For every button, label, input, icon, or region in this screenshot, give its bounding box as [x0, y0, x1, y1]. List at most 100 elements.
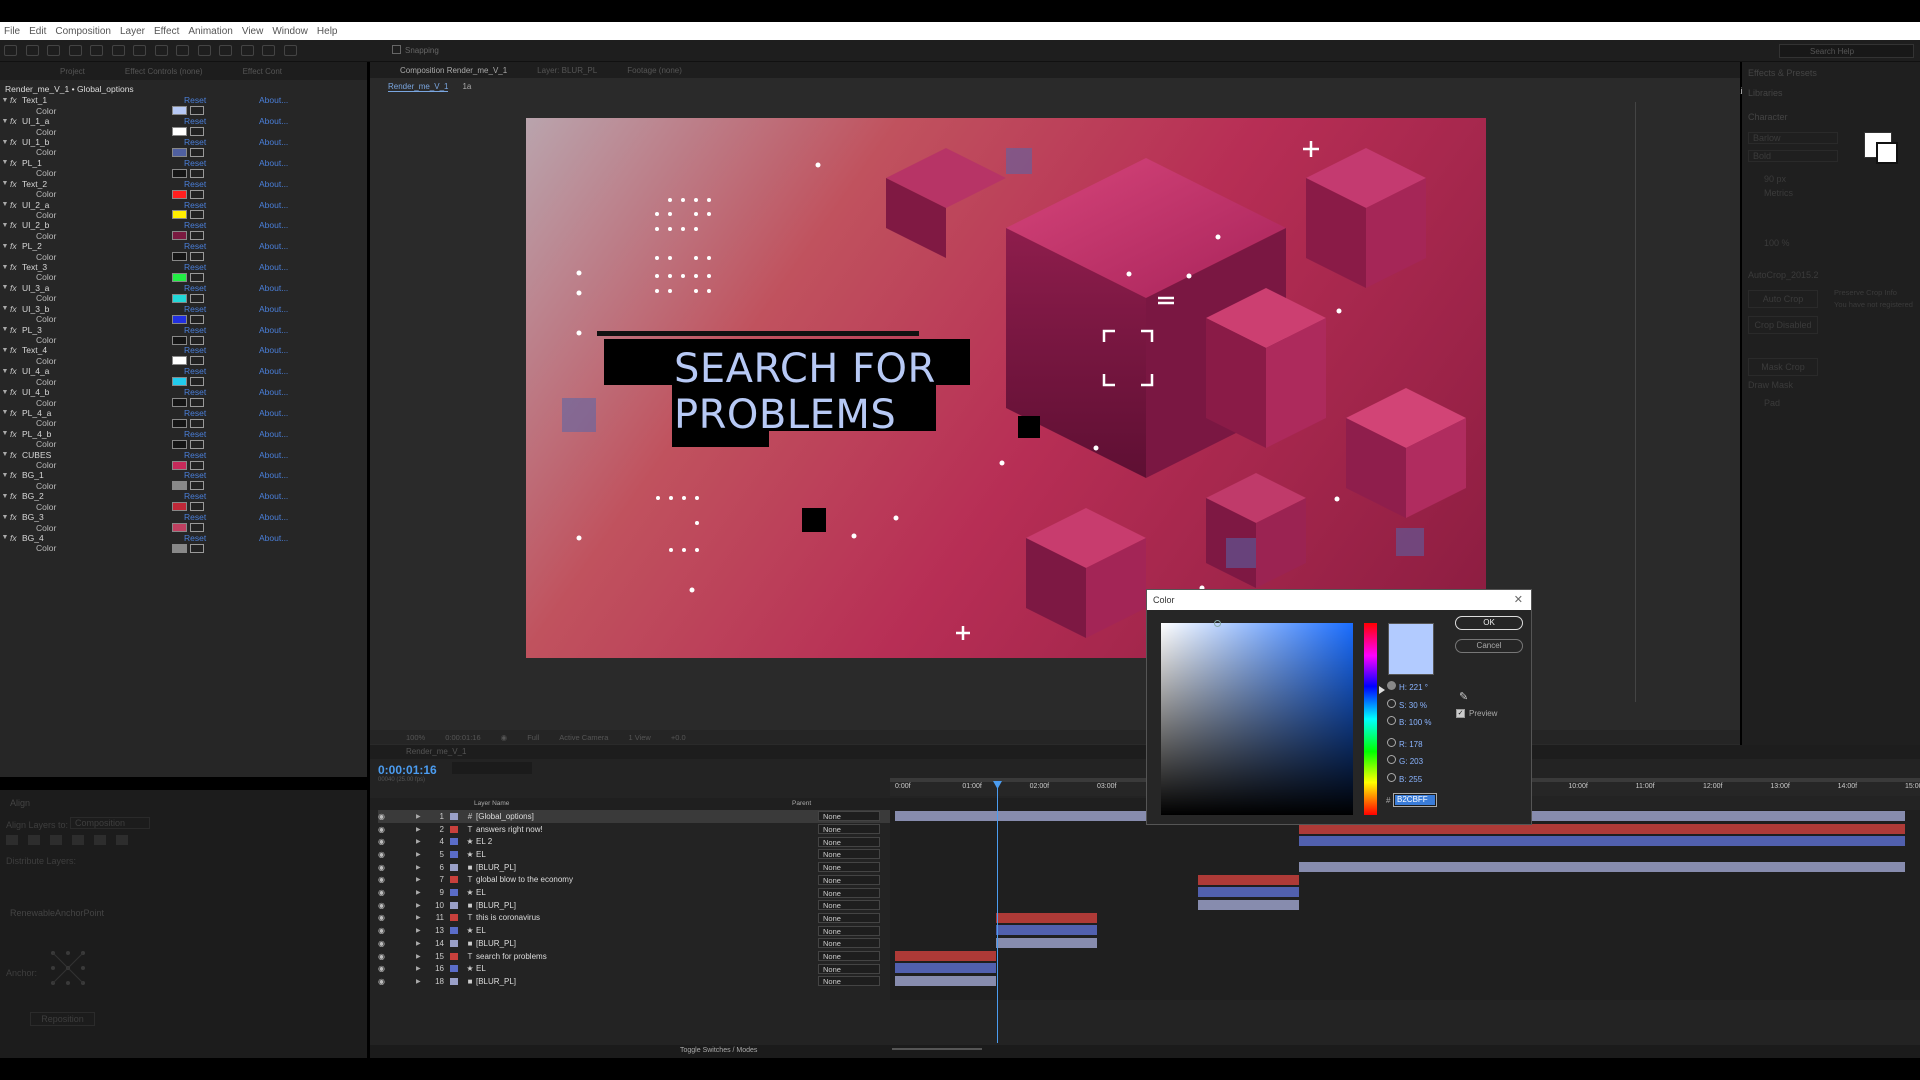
- viewer-timecode[interactable]: 0:00:01:16: [445, 733, 480, 742]
- preview-checkbox-box[interactable]: ✓: [1456, 709, 1465, 718]
- camera-dropdown[interactable]: Active Camera: [559, 733, 608, 742]
- label-color-swatch[interactable]: [450, 901, 458, 909]
- draw-mask-checkbox[interactable]: Draw Mask: [1748, 380, 1793, 390]
- layer-name[interactable]: EL 2: [476, 837, 646, 846]
- layer-name[interactable]: EL: [476, 888, 646, 897]
- label-color-swatch[interactable]: [450, 838, 458, 846]
- layer-name[interactable]: EL: [476, 964, 646, 973]
- expand-triangle-icon[interactable]: ▼: [0, 389, 10, 396]
- saturation-row[interactable]: S: 30 %: [1387, 697, 1431, 715]
- visibility-eye-icon[interactable]: ◉: [378, 875, 390, 884]
- visibility-eye-icon[interactable]: ◉: [378, 939, 390, 948]
- ok-button[interactable]: OK: [1455, 616, 1523, 630]
- label-color-swatch[interactable]: [450, 850, 458, 858]
- label-color-swatch[interactable]: [450, 825, 458, 833]
- layer-duration-bar[interactable]: [1198, 874, 1299, 885]
- expand-triangle-icon[interactable]: ▶: [416, 940, 426, 947]
- breadcrumb-render-me[interactable]: Render_me_V_1: [388, 82, 449, 92]
- visibility-eye-icon[interactable]: ◉: [378, 863, 390, 872]
- expand-triangle-icon[interactable]: ▼: [0, 180, 10, 187]
- effects-presets-tab[interactable]: Effects & Presets: [1748, 68, 1817, 78]
- pen-tool-icon[interactable]: [154, 45, 168, 56]
- expand-triangle-icon[interactable]: ▶: [416, 864, 426, 871]
- expand-triangle-icon[interactable]: ▶: [416, 978, 426, 985]
- expand-triangle-icon[interactable]: ▼: [0, 97, 10, 104]
- track-area[interactable]: [890, 810, 1920, 1000]
- layer-duration-bar[interactable]: [1299, 823, 1905, 834]
- exposure-value[interactable]: +0.0: [671, 733, 686, 742]
- expand-triangle-icon[interactable]: ▼: [0, 514, 10, 521]
- layer-duration-bar[interactable]: [996, 912, 1097, 923]
- camera-icon[interactable]: ◉: [501, 733, 508, 742]
- toggle-switches-modes[interactable]: Toggle Switches / Modes: [680, 1047, 757, 1054]
- visibility-eye-icon[interactable]: ◉: [378, 952, 390, 961]
- layer-duration-bar[interactable]: [1299, 861, 1905, 872]
- label-color-swatch[interactable]: [450, 965, 458, 973]
- rotate-tool-icon[interactable]: [68, 45, 82, 56]
- expand-triangle-icon[interactable]: ▼: [0, 409, 10, 416]
- pan-behind-tool-icon[interactable]: [111, 45, 125, 56]
- preview-checkbox[interactable]: ✓ Preview: [1456, 709, 1497, 718]
- label-color-swatch[interactable]: [450, 876, 458, 884]
- font-family-dropdown[interactable]: Barlow: [1748, 132, 1838, 144]
- layer-name[interactable]: [BLUR_PL]: [476, 863, 646, 872]
- layer-duration-bar[interactable]: [996, 925, 1097, 936]
- hue-slider[interactable]: [1364, 623, 1377, 815]
- breadcrumb-1a[interactable]: 1a: [462, 82, 471, 92]
- parent-dropdown[interactable]: None: [818, 862, 880, 873]
- expand-triangle-icon[interactable]: ▶: [416, 876, 426, 883]
- layer-name[interactable]: answers right now!: [476, 825, 646, 834]
- saturation-value[interactable]: 30 %: [1409, 701, 1427, 710]
- expand-triangle-icon[interactable]: ▶: [416, 902, 426, 909]
- auto-crop-button[interactable]: Auto Crop: [1748, 290, 1818, 308]
- pad-field[interactable]: Pad: [1764, 398, 1780, 408]
- label-color-swatch[interactable]: [450, 914, 458, 922]
- selection-tool-icon[interactable]: [4, 45, 17, 56]
- menu-window[interactable]: Window: [272, 26, 308, 37]
- layer-name[interactable]: [BLUR_PL]: [476, 977, 646, 986]
- eraser-tool-icon[interactable]: [240, 45, 254, 56]
- blue-value[interactable]: 255: [1409, 775, 1422, 784]
- layer-name[interactable]: EL: [476, 850, 646, 859]
- brightness-value[interactable]: 100 %: [1409, 718, 1432, 727]
- hue-row[interactable]: H: 221 °: [1387, 679, 1431, 697]
- visibility-eye-icon[interactable]: ◉: [378, 888, 390, 897]
- visibility-eye-icon[interactable]: ◉: [378, 901, 390, 910]
- views-dropdown[interactable]: 1 View: [628, 733, 650, 742]
- playhead[interactable]: [997, 783, 998, 1043]
- hand-tool-icon[interactable]: [25, 45, 39, 56]
- hue-slider-handle-icon[interactable]: [1379, 686, 1385, 694]
- expand-triangle-icon[interactable]: ▼: [0, 118, 10, 125]
- visibility-eye-icon[interactable]: ◉: [378, 837, 390, 846]
- zoom-dropdown[interactable]: 100%: [406, 733, 425, 742]
- align-bottom-icon[interactable]: [116, 835, 128, 845]
- visibility-eye-icon[interactable]: ◉: [378, 913, 390, 922]
- close-icon[interactable]: ✕: [1514, 593, 1523, 606]
- label-color-swatch[interactable]: [450, 812, 458, 820]
- layer-name[interactable]: EL: [476, 926, 646, 935]
- expand-triangle-icon[interactable]: ▶: [416, 838, 426, 845]
- color-field-cursor[interactable]: [1214, 620, 1221, 627]
- tab-footage[interactable]: Footage (none): [627, 66, 682, 75]
- brightness-row[interactable]: B: 100 %: [1387, 714, 1431, 732]
- label-color-swatch[interactable]: [450, 889, 458, 897]
- visibility-eye-icon[interactable]: ◉: [378, 825, 390, 834]
- layer-name[interactable]: [Global_options]: [476, 812, 646, 821]
- expand-triangle-icon[interactable]: ▶: [416, 826, 426, 833]
- mask-crop-button[interactable]: Mask Crop: [1748, 358, 1818, 376]
- eyedropper-icon[interactable]: ✎: [1459, 690, 1468, 703]
- expand-triangle-icon[interactable]: ▼: [0, 264, 10, 271]
- expand-triangle-icon[interactable]: ▶: [416, 851, 426, 858]
- layer-duration-bar[interactable]: [895, 976, 996, 987]
- expand-triangle-icon[interactable]: ▼: [0, 139, 10, 146]
- expand-triangle-icon[interactable]: ▼: [0, 243, 10, 250]
- label-color-swatch[interactable]: [450, 927, 458, 935]
- timeline-tab[interactable]: Render_me_V_1: [370, 745, 1920, 759]
- font-style-dropdown[interactable]: Bold: [1748, 150, 1838, 162]
- parent-dropdown[interactable]: None: [818, 836, 880, 847]
- align-vcenter-icon[interactable]: [94, 835, 106, 845]
- layer-duration-bar[interactable]: [895, 950, 996, 961]
- expand-triangle-icon[interactable]: ▼: [0, 451, 10, 458]
- layer-search-input[interactable]: [452, 762, 532, 774]
- menu-layer[interactable]: Layer: [120, 26, 145, 37]
